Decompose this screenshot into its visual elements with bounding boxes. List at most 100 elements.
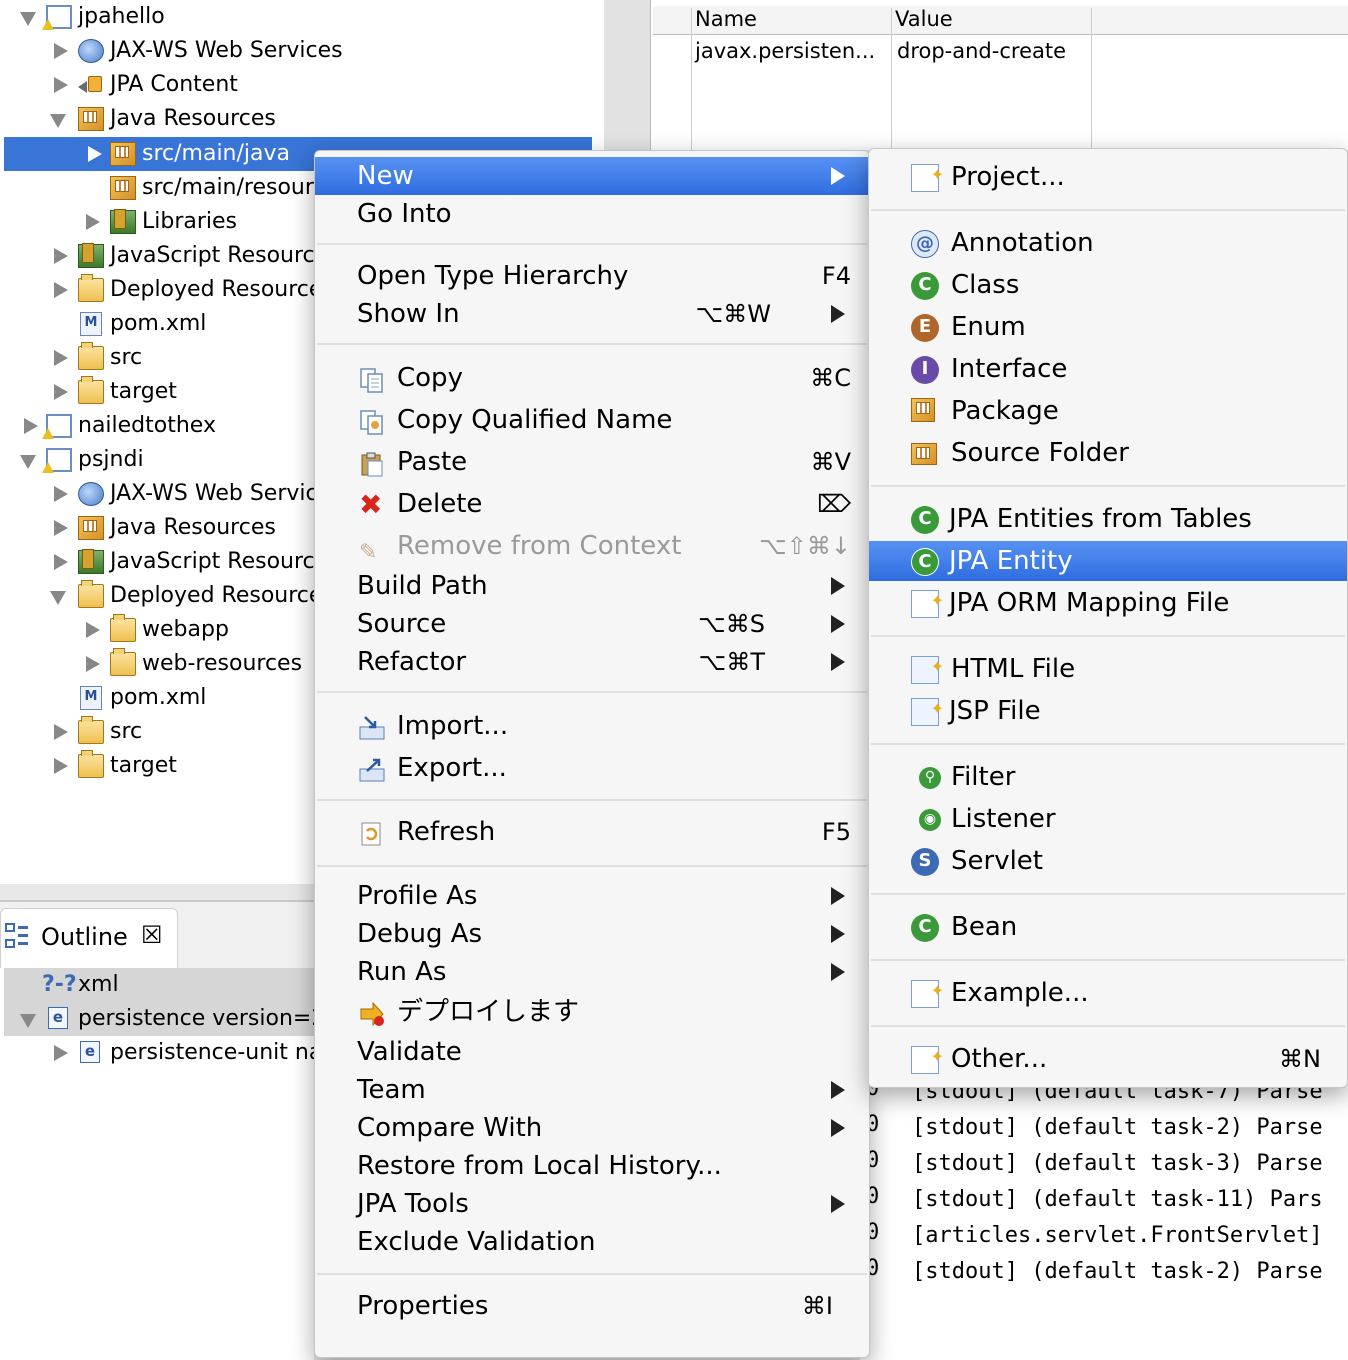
submenu-item-example[interactable]: Example... — [869, 971, 1347, 1013]
submenu-item-other[interactable]: Other...⌘N — [869, 1037, 1347, 1079]
outline-item-persistence[interactable]: e persistence version=2 — [4, 1002, 325, 1036]
menu-item-deploy[interactable]: デプロイします — [315, 993, 869, 1031]
menu-separator — [317, 243, 867, 245]
expand-toggle-icon[interactable] — [20, 1002, 42, 1036]
expand-toggle-icon[interactable] — [50, 545, 72, 579]
submenu-item-package[interactable]: Package — [869, 391, 1347, 431]
menu-item-team[interactable]: Team — [315, 1071, 869, 1109]
expand-toggle-icon[interactable] — [82, 205, 104, 239]
menu-item-jpa-tools[interactable]: JPA Tools — [315, 1185, 869, 1223]
folder-icon — [78, 716, 104, 744]
column-header-value[interactable]: Value — [895, 4, 953, 34]
menu-item-source[interactable]: Source ⌥⌘S — [315, 605, 869, 643]
expand-toggle-icon[interactable] — [50, 68, 72, 102]
menu-separator — [871, 959, 1345, 961]
menu-item-copy-qualified-name[interactable]: Copy Qualified Name — [315, 401, 869, 439]
menu-item-import[interactable]: Import... — [315, 707, 869, 745]
expand-toggle-icon[interactable] — [50, 34, 72, 68]
menu-separator — [317, 865, 867, 867]
folder-icon — [110, 614, 136, 642]
tree-item-jaxws[interactable]: JAX-WS Web Services — [0, 34, 604, 68]
filter-icon: ⚲ — [919, 767, 941, 789]
submenu-item-jsp-file[interactable]: JSP File — [869, 689, 1347, 731]
deployed-resources-icon — [78, 274, 104, 302]
bean-icon: C — [911, 914, 939, 942]
menu-item-export[interactable]: Export... — [315, 749, 869, 787]
outline-item-persistence-unit[interactable]: e persistence-unit na — [4, 1036, 322, 1070]
tree-item-jpa-content[interactable]: JPA Content — [0, 68, 604, 102]
menu-item-go-into[interactable]: Go Into — [315, 195, 869, 233]
menu-item-debug-as[interactable]: Debug As — [315, 915, 869, 953]
expand-toggle-icon[interactable] — [20, 0, 42, 34]
table-cell-value[interactable]: drop-and-create — [897, 36, 1066, 66]
submenu-item-jpa-entities-from-tables[interactable]: C JPA Entities from Tables — [869, 499, 1347, 539]
submenu-item-jpa-orm-mapping-file[interactable]: JPA ORM Mapping File — [869, 581, 1347, 623]
submenu-item-annotation[interactable]: @ Annotation — [869, 223, 1347, 263]
expand-toggle-icon[interactable] — [50, 375, 72, 409]
shortcut-label: ⌘I — [801, 1292, 833, 1320]
menu-item-profile-as[interactable]: Profile As — [315, 877, 869, 915]
menu-item-compare-with[interactable]: Compare With — [315, 1109, 869, 1147]
expand-toggle-icon[interactable] — [84, 137, 106, 171]
menu-item-refactor[interactable]: Refactor ⌥⌘T — [315, 643, 869, 681]
menu-item-copy[interactable]: Copy ⌘C — [315, 359, 869, 397]
expand-toggle-icon[interactable] — [82, 647, 104, 681]
expand-toggle-icon[interactable] — [50, 477, 72, 511]
console-line: [stdout] (default task-2) Parse — [912, 1115, 1323, 1140]
annotation-icon: @ — [911, 230, 939, 258]
folder-icon — [78, 342, 104, 370]
expand-toggle-icon[interactable] — [50, 239, 72, 273]
tab-outline[interactable]: Outline ☒ — [0, 908, 178, 969]
expand-toggle-icon[interactable] — [20, 443, 42, 477]
expand-toggle-icon[interactable] — [50, 1036, 72, 1070]
export-icon — [359, 756, 385, 782]
expand-toggle-icon[interactable] — [50, 273, 72, 307]
menu-item-paste[interactable]: Paste ⌘V — [315, 443, 869, 481]
orm-mapping-file-icon — [911, 581, 944, 621]
tree-item-java-resources[interactable]: Java Resources — [0, 102, 604, 136]
menu-item-restore-from-local-history[interactable]: Restore from Local History... — [315, 1147, 869, 1185]
menu-item-validate[interactable]: Validate — [315, 1033, 869, 1071]
menu-item-properties[interactable]: Properties ⌘I — [315, 1287, 869, 1325]
expand-toggle-icon[interactable] — [50, 749, 72, 783]
shortcut-label: ⌘V — [810, 448, 851, 476]
expand-toggle-icon[interactable] — [50, 511, 72, 545]
menu-item-open-type-hierarchy[interactable]: Open Type Hierarchy F4 — [315, 257, 869, 295]
submenu-item-jpa-entity[interactable]: C JPA Entity — [869, 541, 1347, 581]
view-splitter[interactable] — [604, 0, 650, 150]
submenu-item-enum[interactable]: E Enum — [869, 307, 1347, 347]
submenu-item-servlet[interactable]: S Servlet — [869, 841, 1347, 881]
submenu-item-source-folder[interactable]: Source Folder — [869, 433, 1347, 473]
submenu-item-project[interactable]: Project... — [869, 155, 1347, 197]
submenu-item-class[interactable]: C Class — [869, 265, 1347, 305]
menu-item-show-in[interactable]: Show In ⌥⌘W — [315, 295, 869, 333]
expand-toggle-icon[interactable] — [50, 102, 72, 136]
menu-item-remove-from-context[interactable]: ✎ Remove from Context ⌥⇧⌘↓ — [315, 527, 869, 565]
submenu-item-interface[interactable]: I Interface — [869, 349, 1347, 389]
column-header-name[interactable]: Name — [695, 4, 757, 34]
menu-item-build-path[interactable]: Build Path — [315, 567, 869, 605]
console-line: [stdout] (default task-3) Parse — [912, 1151, 1323, 1176]
menu-separator — [871, 209, 1345, 211]
menu-item-run-as[interactable]: Run As — [315, 953, 869, 991]
menu-item-refresh[interactable]: Refresh F5 — [315, 813, 869, 851]
submenu-item-bean[interactable]: C Bean — [869, 907, 1347, 947]
expand-toggle-icon[interactable] — [50, 715, 72, 749]
close-icon[interactable]: ☒ — [141, 921, 163, 949]
outline-item-xml[interactable]: ?-? xml — [4, 968, 314, 1002]
submenu-item-listener[interactable]: ◉ Listener — [869, 799, 1347, 839]
expand-toggle-icon[interactable] — [50, 341, 72, 375]
expand-toggle-icon[interactable] — [50, 579, 72, 613]
expand-toggle-icon[interactable] — [20, 409, 42, 443]
tree-item-jpahello[interactable]: jpahello — [0, 0, 604, 34]
submenu-item-filter[interactable]: ⚲ Filter — [869, 757, 1347, 797]
submenu-item-html-file[interactable]: HTML File — [869, 647, 1347, 689]
submenu-arrow-icon — [831, 887, 845, 905]
expand-toggle-icon[interactable] — [82, 613, 104, 647]
table-cell-name[interactable]: javax.persisten... — [695, 36, 875, 66]
import-icon — [359, 714, 385, 740]
menu-item-delete[interactable]: ✖ Delete ⌦ — [315, 485, 869, 523]
menu-item-exclude-validation[interactable]: Exclude Validation — [315, 1223, 869, 1261]
menu-item-new[interactable]: New — [315, 157, 869, 195]
shortcut-label: ⌥⌘T — [698, 648, 765, 676]
